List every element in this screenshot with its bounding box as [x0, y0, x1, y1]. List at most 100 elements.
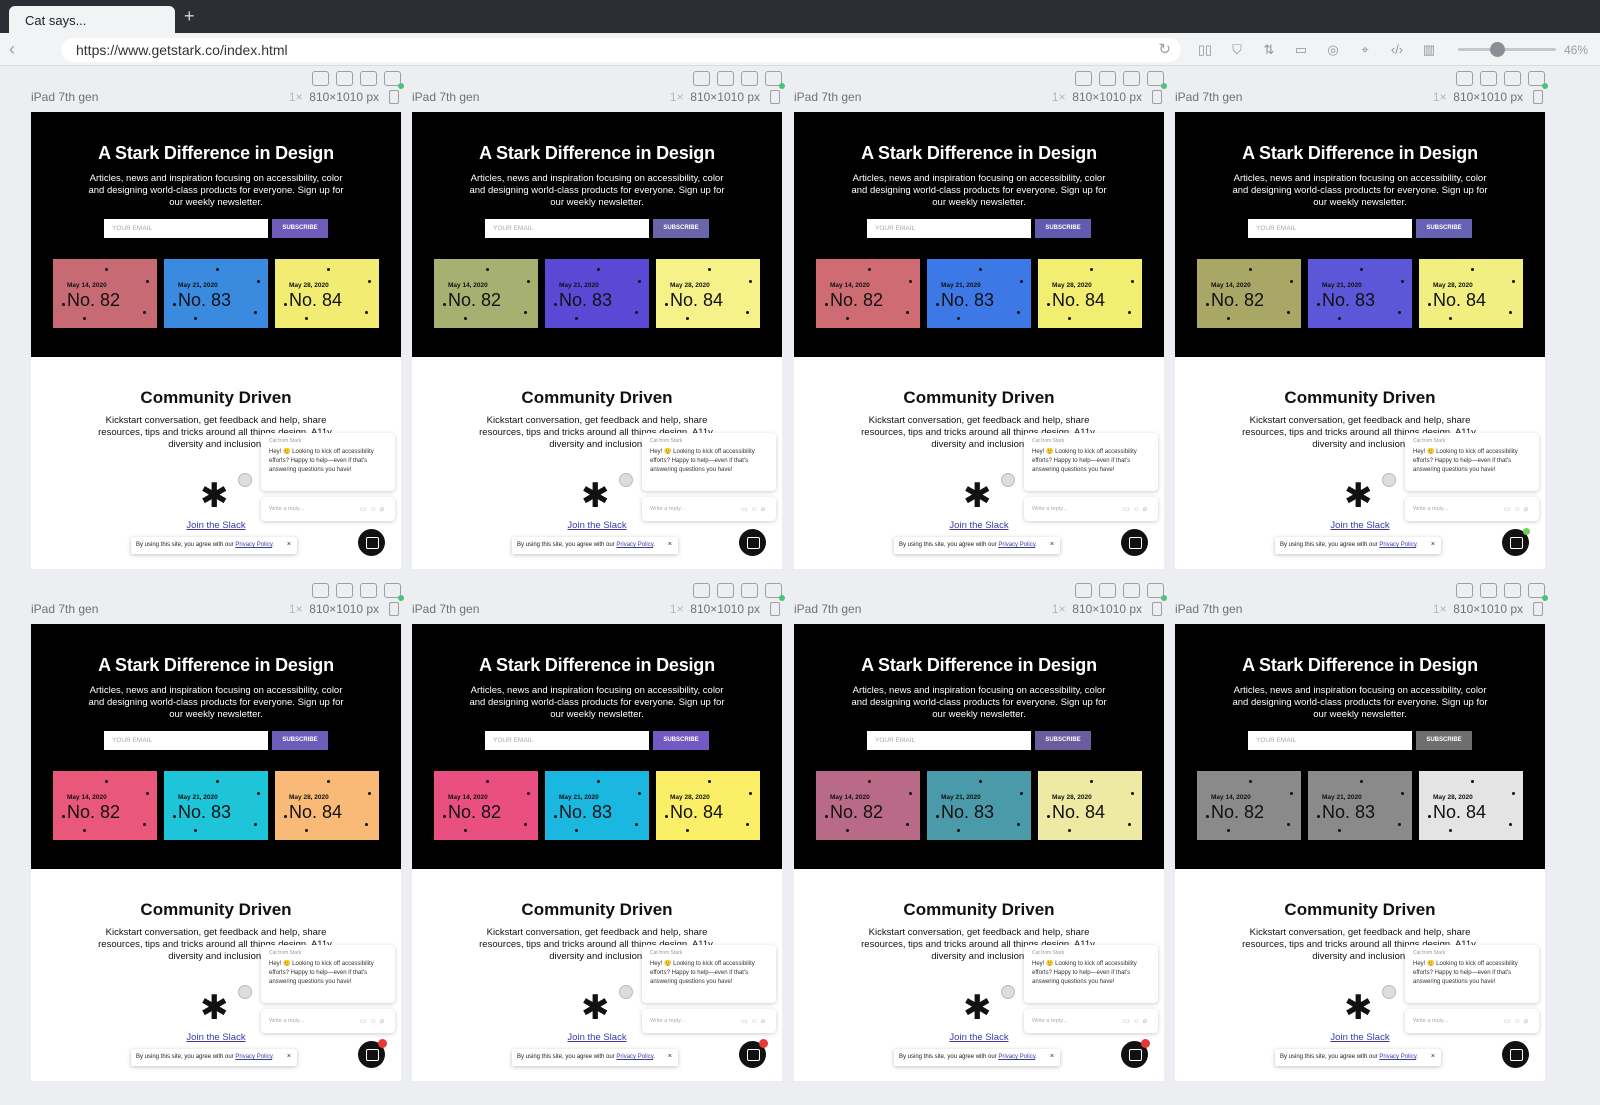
email-input[interactable]: YOUR EMAIL: [1248, 731, 1412, 750]
chat-launcher-button[interactable]: [1121, 529, 1148, 556]
issue-card[interactable]: May 14, 2020 No. 82: [1197, 771, 1301, 840]
issue-card[interactable]: May 14, 2020 No. 82: [816, 771, 920, 840]
issue-card[interactable]: May 21, 2020 No. 83: [1308, 259, 1412, 328]
issue-card[interactable]: May 21, 2020 No. 83: [545, 259, 649, 328]
privacy-policy-link[interactable]: Privacy Policy: [235, 542, 272, 548]
device-orientation-icon[interactable]: [1152, 602, 1162, 616]
screenshot-icon[interactable]: [336, 583, 353, 598]
close-icon[interactable]: ×: [1431, 1053, 1435, 1060]
issue-card[interactable]: May 21, 2020 No. 83: [545, 771, 649, 840]
issue-card[interactable]: May 28, 2020 No. 84: [275, 771, 379, 840]
issue-card[interactable]: May 14, 2020 No. 82: [434, 259, 538, 328]
rotate-icon[interactable]: [312, 71, 329, 86]
code-icon[interactable]: ‹/›: [1387, 41, 1407, 58]
sidebar-icon[interactable]: ▥: [1419, 41, 1439, 58]
address-bar[interactable]: https://www.getstark.co/index.html ↻: [61, 38, 1181, 62]
issue-card[interactable]: May 14, 2020 No. 82: [53, 259, 157, 328]
subscribe-button[interactable]: SUBSCRIBE: [1035, 731, 1091, 750]
privacy-policy-link[interactable]: Privacy Policy: [1379, 542, 1416, 548]
filter-icon[interactable]: ⛉: [1227, 41, 1247, 58]
email-input[interactable]: YOUR EMAIL: [485, 731, 649, 750]
issue-card[interactable]: May 28, 2020 No. 84: [1038, 771, 1142, 840]
issue-card[interactable]: May 14, 2020 No. 82: [434, 771, 538, 840]
device-orientation-icon[interactable]: [1533, 90, 1543, 104]
privacy-policy-link[interactable]: Privacy Policy: [1379, 1054, 1416, 1060]
back-arrow-icon[interactable]: ‹: [9, 39, 15, 60]
subscribe-button[interactable]: SUBSCRIBE: [1416, 731, 1472, 750]
chat-launcher-button[interactable]: [358, 1039, 387, 1068]
rotate-icon[interactable]: [1456, 583, 1473, 598]
issue-card[interactable]: May 28, 2020 No. 84: [1419, 259, 1523, 328]
attachment-icon[interactable]: ▭☺⌀: [1123, 1017, 1150, 1025]
attachment-icon[interactable]: ▭☺⌀: [360, 505, 387, 513]
chat-launcher-button[interactable]: [358, 529, 385, 556]
browser-tab[interactable]: Cat says...: [9, 6, 175, 33]
image-icon[interactable]: [1504, 71, 1521, 86]
chat-launcher-button[interactable]: [739, 529, 766, 556]
rotate-icon[interactable]: [1456, 71, 1473, 86]
join-slack-link[interactable]: Join the Slack: [1175, 1032, 1545, 1043]
privacy-policy-link[interactable]: Privacy Policy: [235, 1054, 272, 1060]
email-input[interactable]: YOUR EMAIL: [1248, 219, 1412, 238]
screenshot-icon[interactable]: [717, 583, 734, 598]
layout-icon[interactable]: ▯▯: [1195, 41, 1215, 58]
issue-card[interactable]: May 21, 2020 No. 83: [1308, 771, 1412, 840]
email-input[interactable]: YOUR EMAIL: [104, 219, 268, 238]
attachment-icon[interactable]: ▭☺⌀: [360, 1017, 387, 1025]
subscribe-button[interactable]: SUBSCRIBE: [272, 731, 328, 750]
issue-card[interactable]: May 14, 2020 No. 82: [816, 259, 920, 328]
layers-icon[interactable]: [1528, 71, 1548, 89]
chat-reply-input[interactable]: Write a reply... ▭☺⌀: [1405, 497, 1539, 521]
screenshot-icon[interactable]: [1099, 71, 1116, 86]
subscribe-button[interactable]: SUBSCRIBE: [653, 731, 709, 750]
screenshot-icon[interactable]: [1480, 583, 1497, 598]
issue-card[interactable]: May 21, 2020 No. 83: [927, 771, 1031, 840]
chat-reply-input[interactable]: Write a reply... ▭☺⌀: [1024, 497, 1158, 521]
sort-icon[interactable]: ⇅: [1259, 41, 1279, 58]
issue-card[interactable]: May 28, 2020 No. 84: [656, 259, 760, 328]
email-input[interactable]: YOUR EMAIL: [104, 731, 268, 750]
chat-launcher-button[interactable]: [1121, 1039, 1150, 1068]
issue-card[interactable]: May 28, 2020 No. 84: [1419, 771, 1523, 840]
chat-reply-input[interactable]: Write a reply... ▭☺⌀: [1405, 1009, 1539, 1033]
close-icon[interactable]: ×: [668, 541, 672, 548]
chat-reply-input[interactable]: Write a reply... ▭☺⌀: [642, 497, 776, 521]
chat-reply-input[interactable]: Write a reply... ▭☺⌀: [1024, 1009, 1158, 1033]
join-slack-link[interactable]: Join the Slack: [1175, 520, 1545, 531]
subscribe-button[interactable]: SUBSCRIBE: [1035, 219, 1091, 238]
layers-icon[interactable]: [384, 583, 404, 601]
chat-launcher-button[interactable]: [1502, 528, 1530, 556]
rotate-icon[interactable]: [312, 583, 329, 598]
screenshot-icon[interactable]: [1480, 71, 1497, 86]
join-slack-link[interactable]: Join the Slack: [412, 1032, 782, 1043]
chat-reply-input[interactable]: Write a reply... ▭☺⌀: [261, 497, 395, 521]
image-icon[interactable]: [1504, 583, 1521, 598]
device-orientation-icon[interactable]: [770, 90, 780, 104]
chat-launcher-button[interactable]: [739, 1039, 768, 1068]
new-tab-button[interactable]: +: [184, 6, 195, 26]
close-icon[interactable]: ×: [287, 1053, 291, 1060]
reload-icon[interactable]: ↻: [1158, 40, 1171, 58]
layers-icon[interactable]: [1147, 583, 1167, 601]
zoom-slider[interactable]: [1458, 48, 1556, 51]
attachment-icon[interactable]: ▭☺⌀: [1123, 505, 1150, 513]
join-slack-link[interactable]: Join the Slack: [31, 1032, 401, 1043]
chat-reply-input[interactable]: Write a reply... ▭☺⌀: [261, 1009, 395, 1033]
rotate-icon[interactable]: [1075, 583, 1092, 598]
image-icon[interactable]: [741, 71, 758, 86]
close-icon[interactable]: ×: [668, 1053, 672, 1060]
close-icon[interactable]: ×: [1431, 541, 1435, 548]
attachment-icon[interactable]: ▭☺⌀: [741, 505, 768, 513]
attachment-icon[interactable]: ▭☺⌀: [741, 1017, 768, 1025]
layers-icon[interactable]: [1528, 583, 1548, 601]
join-slack-link[interactable]: Join the Slack: [31, 520, 401, 531]
close-icon[interactable]: ×: [287, 541, 291, 548]
join-slack-link[interactable]: Join the Slack: [794, 520, 1164, 531]
image-icon[interactable]: [1123, 583, 1140, 598]
close-icon[interactable]: ×: [1050, 1053, 1054, 1060]
privacy-policy-link[interactable]: Privacy Policy: [998, 542, 1035, 548]
device-orientation-icon[interactable]: [1533, 602, 1543, 616]
chat-reply-input[interactable]: Write a reply... ▭☺⌀: [642, 1009, 776, 1033]
privacy-policy-link[interactable]: Privacy Policy: [616, 542, 653, 548]
issue-card[interactable]: May 28, 2020 No. 84: [275, 259, 379, 328]
